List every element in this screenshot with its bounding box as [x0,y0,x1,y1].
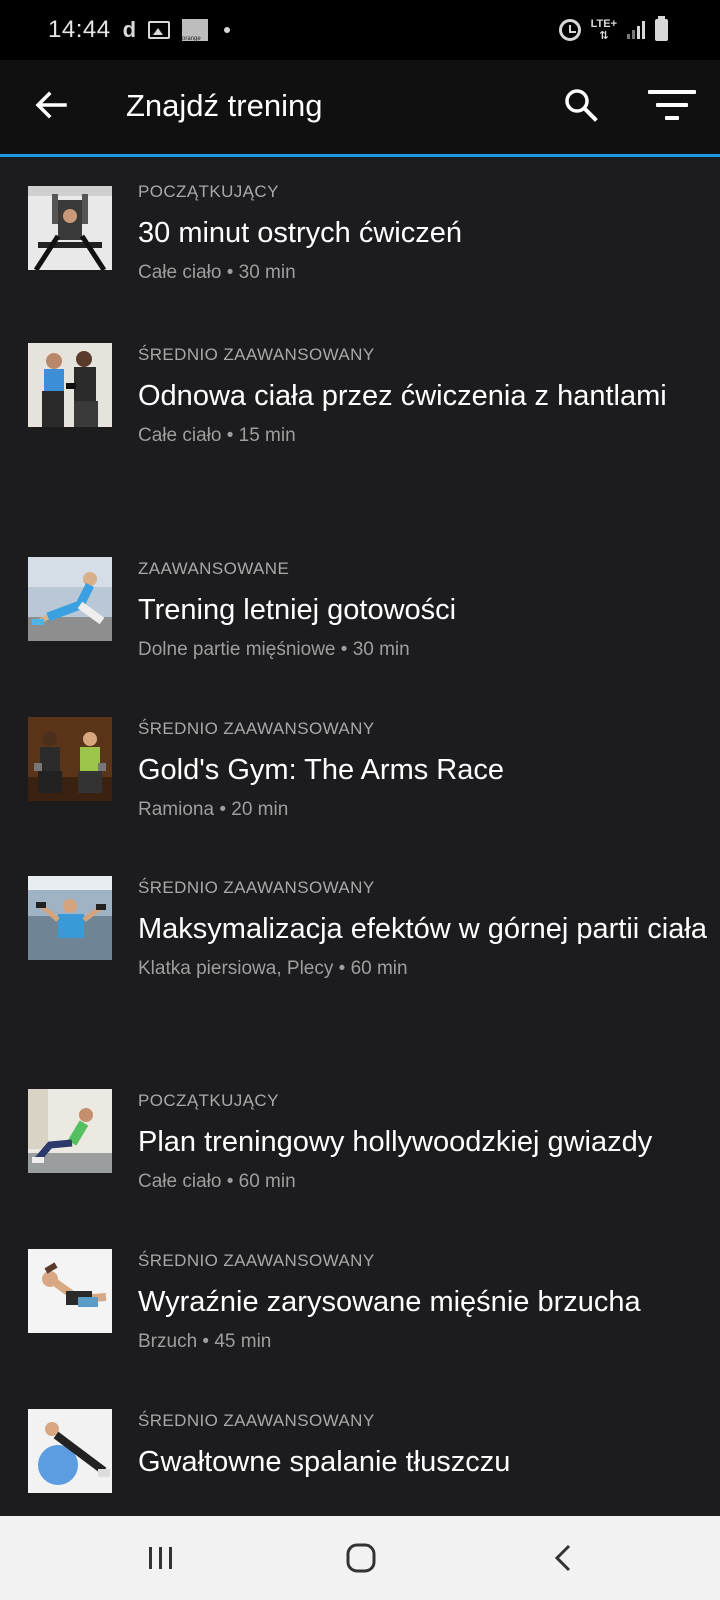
page-title: Znajdź trening [126,88,323,123]
workout-thumbnail [28,557,112,641]
arrow-left-icon [35,91,67,119]
system-back-button[interactable] [518,1516,608,1600]
workout-name: Maksymalizacja efektów w górnej partii c… [138,913,707,945]
workout-name: Odnowa ciała przez ćwiczenia z hantlami [138,380,667,412]
network-type: LTE+ ⇅ [590,18,617,42]
status-bar: 14:44 d orange LTE+ ⇅ [0,0,720,60]
workout-level: ŚREDNIO ZAAWANSOWANY [138,878,375,897]
filter-icon [648,90,696,94]
workout-thumbnail [28,186,112,270]
alarm-icon [558,19,581,41]
workout-meta: Klatka piersiowa, Plecy • 60 min [138,958,408,979]
workout-level: POCZĄTKUJĄCY [138,182,279,201]
workout-name: Trening letniej gotowości [138,594,457,626]
workout-meta: Ramiona • 20 min [138,799,289,820]
workout-text: ŚREDNIO ZAAWANSOWANY Wyraźnie zarysowane… [138,1249,708,1357]
recent-apps-icon [149,1547,172,1569]
workout-text: ŚREDNIO ZAAWANSOWANY Gold's Gym: The Arm… [138,717,708,825]
workout-list[interactable]: POCZĄTKUJĄCY 30 minut ostrych ćwiczeń Ca… [0,160,720,1516]
workout-name: Wyraźnie zarysowane mięśnie brzucha [138,1286,641,1318]
workout-level: ŚREDNIO ZAAWANSOWANY [138,1411,375,1430]
workout-text: ŚREDNIO ZAAWANSOWANY Gwałtowne spalanie … [138,1409,708,1487]
search-icon [565,89,598,122]
workout-meta: Brzuch • 45 min [138,1331,272,1352]
filter-button[interactable] [644,80,700,130]
workout-meta: Całe ciało • 60 min [138,1171,296,1192]
workout-level: ŚREDNIO ZAAWANSOWANY [138,719,375,738]
workout-level: POCZĄTKUJĄCY [138,1091,279,1110]
status-left: 14:44 d orange [48,0,231,60]
more-notifications-dot-icon [224,27,231,33]
workout-meta: Całe ciało • 15 min [138,425,296,446]
workout-level: ŚREDNIO ZAAWANSOWANY [138,345,375,364]
workout-thumbnail [28,1409,112,1493]
system-nav-bar [0,1516,720,1600]
workout-text: ŚREDNIO ZAAWANSOWANY Maksymalizacja efek… [138,876,708,984]
status-time: 14:44 [48,16,111,43]
back-button[interactable] [26,80,76,130]
workout-meta: Całe ciało • 30 min [138,262,296,283]
workout-name: 30 minut ostrych ćwiczeń [138,217,462,249]
workout-text: POCZĄTKUJĄCY 30 minut ostrych ćwiczeń Ca… [138,180,708,288]
workout-thumbnail [28,1249,112,1333]
home-icon [346,1543,376,1573]
carrier-d-icon: d [122,17,137,42]
workout-thumbnail [28,717,112,801]
workout-thumbnail [28,343,112,427]
workout-name: Gold's Gym: The Arms Race [138,754,504,786]
recent-apps-button[interactable] [116,1516,206,1600]
battery-icon [655,16,668,41]
gallery-notification-icon [148,21,171,39]
workout-thumbnail [28,876,112,960]
workout-text: POCZĄTKUJĄCY Plan treningowy hollywoodzk… [138,1089,708,1197]
workout-text: ŚREDNIO ZAAWANSOWANY Odnowa ciała przez … [138,343,708,451]
workout-level: ŚREDNIO ZAAWANSOWANY [138,1251,375,1270]
orange-logo-icon: orange [182,19,209,42]
app-bar: Znajdź trening [0,60,720,157]
workout-meta: Dolne partie mięśniowe • 30 min [138,639,410,660]
chevron-left-icon [554,1544,571,1572]
workout-text: ZAAWANSOWANE Trening letniej gotowości D… [138,557,708,665]
workout-thumbnail [28,1089,112,1173]
home-button[interactable] [316,1516,406,1600]
workout-level: ZAAWANSOWANE [138,559,290,578]
search-button[interactable] [556,80,606,130]
workout-name: Plan treningowy hollywoodzkiej gwiazdy [138,1126,653,1158]
status-right: LTE+ ⇅ [558,0,668,60]
workout-name: Gwałtowne spalanie tłuszczu [138,1446,511,1478]
signal-strength-icon [627,21,645,39]
